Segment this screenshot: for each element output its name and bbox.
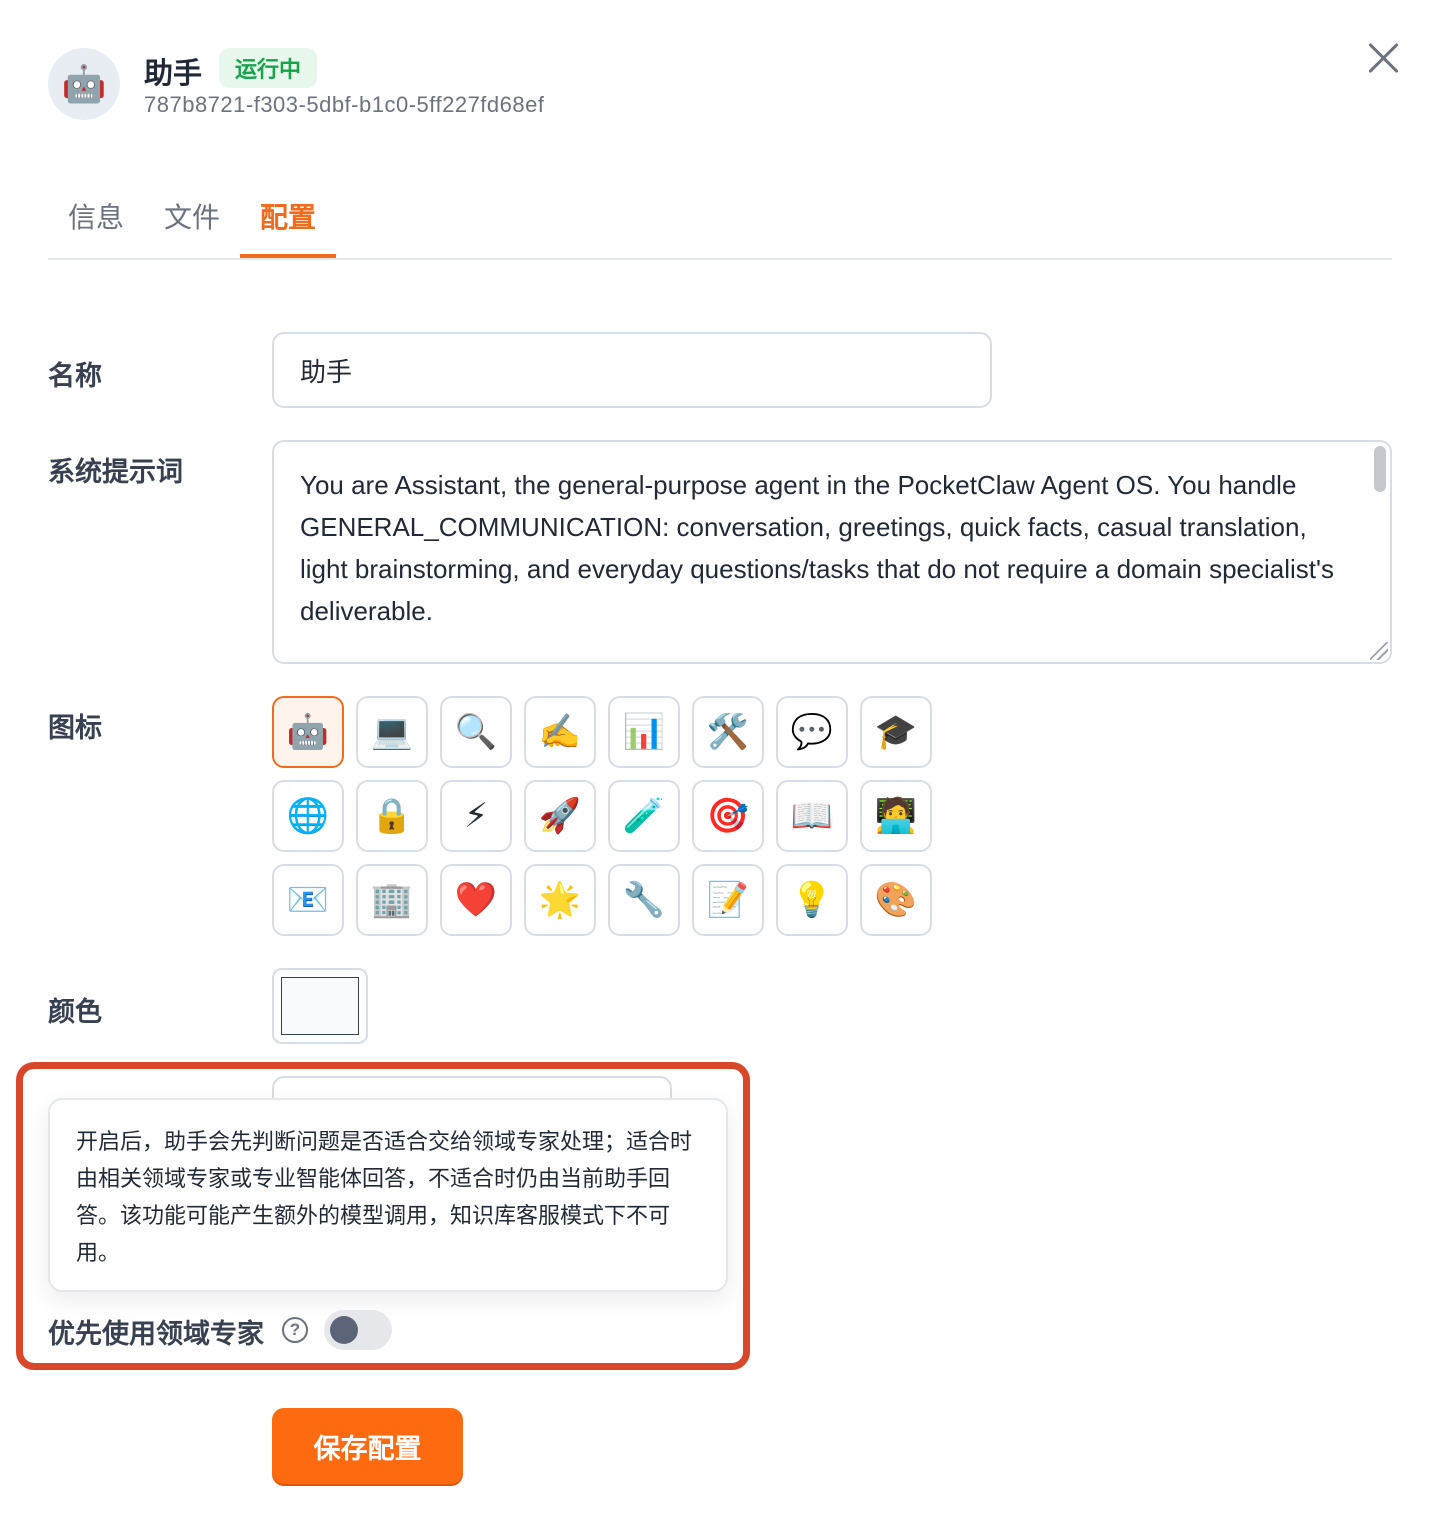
- icon-option-5[interactable]: 🛠️: [692, 696, 764, 768]
- color-label: 颜色: [48, 997, 102, 1028]
- icon-option-6[interactable]: 💬: [776, 696, 848, 768]
- icon-option-13[interactable]: 🎯: [692, 780, 764, 852]
- icon-option-23[interactable]: 🎨: [860, 864, 932, 936]
- toggle-knob: [330, 1316, 358, 1344]
- help-icon[interactable]: ?: [282, 1317, 308, 1343]
- domain-expert-toggle[interactable]: [324, 1310, 392, 1350]
- icon-option-4[interactable]: 📊: [608, 696, 680, 768]
- icon-option-7[interactable]: 🎓: [860, 696, 932, 768]
- icon-option-0[interactable]: 🤖: [272, 696, 344, 768]
- icon-option-12[interactable]: 🧪: [608, 780, 680, 852]
- icon-label: 图标: [48, 713, 102, 744]
- close-icon[interactable]: [1362, 36, 1406, 80]
- agent-config-dialog: 🤖 助手 运行中 787b8721-f303-5dbf-b1c0-5ff227f…: [0, 0, 1440, 1532]
- icon-option-10[interactable]: ⚡: [440, 780, 512, 852]
- icon-option-3[interactable]: ✍️: [524, 696, 596, 768]
- icon-option-1[interactable]: 💻: [356, 696, 428, 768]
- save-config-button[interactable]: 保存配置: [272, 1408, 463, 1484]
- tab-files[interactable]: 文件: [164, 196, 220, 258]
- system-prompt-textarea[interactable]: You are Assistant, the general-purpose a…: [272, 440, 1392, 664]
- icon-option-22[interactable]: 💡: [776, 864, 848, 936]
- icon-option-14[interactable]: 📖: [776, 780, 848, 852]
- name-label: 名称: [48, 361, 102, 392]
- icon-option-15[interactable]: 🧑‍💻: [860, 780, 932, 852]
- icon-option-17[interactable]: 🏢: [356, 864, 428, 936]
- domain-expert-label: 优先使用领域专家: [48, 1319, 264, 1350]
- icon-option-9[interactable]: 🔒: [356, 780, 428, 852]
- status-badge: 运行中: [219, 48, 318, 88]
- name-input[interactable]: 助手: [272, 332, 992, 408]
- tab-info[interactable]: 信息: [68, 196, 124, 258]
- icon-option-20[interactable]: 🔧: [608, 864, 680, 936]
- prompt-scrollbar[interactable]: [1374, 446, 1386, 492]
- color-swatch: [281, 977, 359, 1035]
- agent-avatar: 🤖: [48, 48, 120, 120]
- prompt-label: 系统提示词: [48, 457, 183, 488]
- icon-option-11[interactable]: 🚀: [524, 780, 596, 852]
- resize-handle-icon[interactable]: [1370, 642, 1388, 660]
- icon-option-21[interactable]: 📝: [692, 864, 764, 936]
- icon-option-8[interactable]: 🌐: [272, 780, 344, 852]
- icon-option-19[interactable]: 🌟: [524, 864, 596, 936]
- agent-id: 787b8721-f303-5dbf-b1c0-5ff227fd68ef: [144, 92, 545, 117]
- domain-expert-tooltip: 开启后，助手会先判断问题是否适合交给领域专家处理；适合时由相关领域专家或专业智能…: [48, 1098, 728, 1292]
- color-picker[interactable]: [272, 968, 368, 1044]
- icon-option-16[interactable]: 📧: [272, 864, 344, 936]
- tab-config[interactable]: 配置: [240, 196, 336, 258]
- icon-option-2[interactable]: 🔍: [440, 696, 512, 768]
- tab-bar: 信息 文件 配置: [48, 180, 1392, 260]
- agent-title: 助手: [144, 56, 203, 90]
- icon-option-18[interactable]: ❤️: [440, 864, 512, 936]
